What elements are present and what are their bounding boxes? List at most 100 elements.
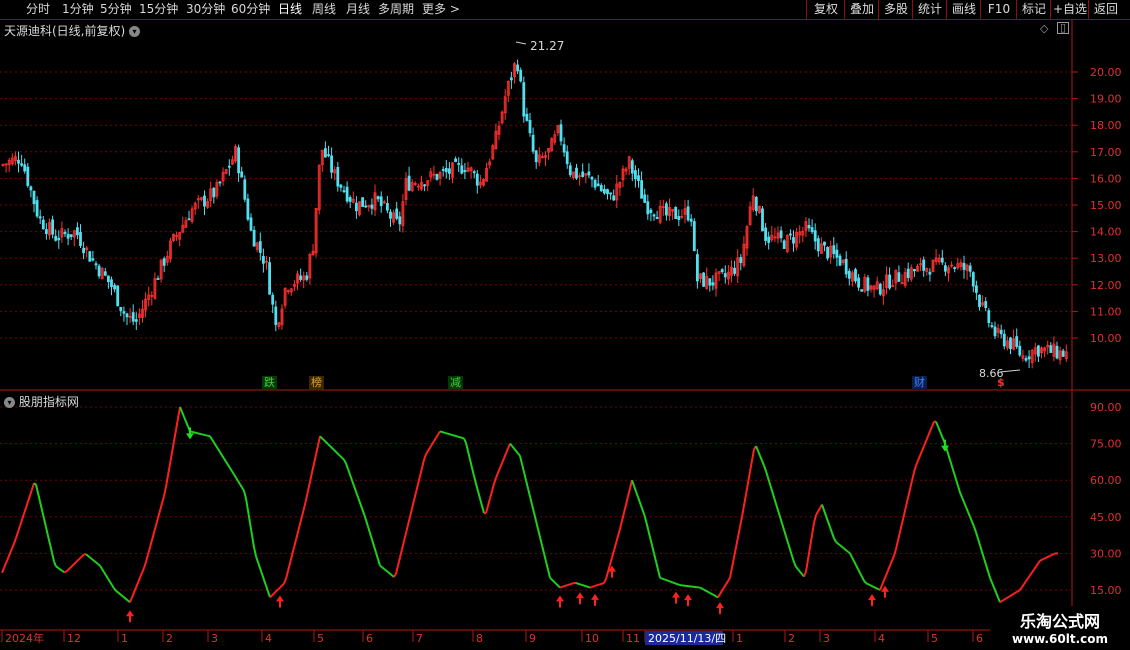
candle-body xyxy=(519,69,523,82)
stock-title[interactable]: 天源迪科(日线,前复权) ▾ xyxy=(4,22,141,39)
indicator-segment xyxy=(515,450,519,454)
chevron-down-icon[interactable]: ▾ xyxy=(4,397,15,408)
candle-body xyxy=(854,269,857,282)
indicator-title[interactable]: ▾ 股朋指标网 xyxy=(4,393,79,410)
candle-body xyxy=(643,194,647,203)
overlay-button[interactable]: 叠加 xyxy=(844,0,879,19)
indicator-segment xyxy=(565,584,569,587)
indicator-segment xyxy=(115,590,119,594)
high-marker: 21.27 xyxy=(515,39,564,53)
candle-body xyxy=(38,216,42,219)
tab-30min[interactable]: 30分钟 xyxy=(186,1,225,18)
tab-weekly[interactable]: 周线 xyxy=(312,1,336,18)
add-watchlist-button[interactable]: +自选 xyxy=(1050,0,1089,19)
indicator-segment xyxy=(131,592,135,598)
indicator-segment xyxy=(13,537,17,544)
indicator-segment xyxy=(781,523,785,531)
indicator-segment xyxy=(917,455,921,462)
adjust-button[interactable]: 复权 xyxy=(806,0,845,19)
tab-5min[interactable]: 5分钟 xyxy=(100,1,132,18)
watermark-line2: www.60lt.com xyxy=(1011,632,1109,646)
candle-body xyxy=(423,184,427,187)
indicator-segment xyxy=(45,526,49,536)
date-label: 11 xyxy=(626,632,640,645)
tab-intraday[interactable]: 分时 xyxy=(26,1,50,18)
tab-1min[interactable]: 1分钟 xyxy=(62,1,94,18)
indicator-segment xyxy=(219,451,223,456)
indicator-segment xyxy=(587,585,591,589)
event-tag-finance[interactable]: 财 xyxy=(912,376,927,390)
candle-body xyxy=(110,279,113,288)
indicator-segment xyxy=(269,594,273,599)
tab-multi-period[interactable]: 多周期 xyxy=(378,1,414,18)
candle-body xyxy=(82,247,85,254)
indicator-segment xyxy=(47,535,51,545)
indicator-segment xyxy=(325,441,329,445)
mark-button[interactable]: 标记 xyxy=(1016,0,1051,19)
tab-monthly[interactable]: 月线 xyxy=(346,1,370,18)
tab-more[interactable]: 更多 > xyxy=(422,1,460,18)
indicator-segment xyxy=(397,557,401,566)
indicator-segment xyxy=(401,540,405,550)
indicator-segment xyxy=(113,587,117,592)
event-tag-rank[interactable]: 榜 xyxy=(309,376,324,390)
indicator-segment xyxy=(1033,566,1037,571)
indicator-segment xyxy=(567,583,571,586)
event-tag-fall[interactable]: 跌 xyxy=(262,376,277,390)
indicator-segment xyxy=(925,435,929,442)
diamond-icon[interactable]: ◇ xyxy=(1040,22,1048,35)
candle-body xyxy=(370,204,374,209)
indicator-segment xyxy=(1037,560,1041,565)
indicator-segment xyxy=(173,429,177,442)
candle-body xyxy=(441,169,445,171)
indicator-segment xyxy=(663,578,667,581)
indicator-segment xyxy=(385,569,389,573)
indicator-segment xyxy=(289,555,293,564)
indicator-segment xyxy=(657,569,661,579)
indicator-segment xyxy=(841,546,845,550)
indicator-segment xyxy=(665,579,669,582)
indicator-segment xyxy=(339,455,343,459)
kline-chart[interactable]: 20.00 19.00 18.00 17.00 16.00 15.00 14.00 13.00… xyxy=(0,20,1130,650)
indicator-segment xyxy=(453,434,457,438)
indicator-segment xyxy=(479,498,483,507)
panel-toggle-icon[interactable]: ▯ xyxy=(1057,22,1069,34)
indicator-segment xyxy=(473,475,477,485)
draw-line-button[interactable]: 画线 xyxy=(946,0,981,19)
tab-60min[interactable]: 60分钟 xyxy=(231,1,270,18)
indicator-segment xyxy=(405,524,409,534)
candle-body xyxy=(23,164,27,172)
indicator-segment xyxy=(577,582,581,586)
indicator-segment xyxy=(27,495,31,502)
indicator-segment xyxy=(343,459,347,464)
event-tag-reduce[interactable]: 减 xyxy=(448,376,463,390)
indicator-segment xyxy=(711,593,715,597)
indicator-segment xyxy=(957,485,961,493)
indicator-segment xyxy=(301,508,305,517)
indicator-segment xyxy=(487,498,491,507)
back-button[interactable]: 返回 xyxy=(1088,0,1123,19)
indicator-segment xyxy=(427,447,431,452)
tab-15min[interactable]: 15分钟 xyxy=(139,1,178,18)
f10-button[interactable]: F10 xyxy=(980,0,1017,19)
multi-stock-button[interactable]: 多股 xyxy=(878,0,913,19)
date-label: 3 xyxy=(823,632,830,645)
chevron-down-icon[interactable]: ▾ xyxy=(129,26,141,37)
statistics-button[interactable]: 统计 xyxy=(912,0,947,19)
indicator-segment xyxy=(215,445,219,450)
indicator-segment xyxy=(985,564,989,572)
indicator-segment xyxy=(209,435,213,440)
candle-body xyxy=(720,269,724,273)
buy-arrow-icon xyxy=(716,602,724,615)
tab-daily[interactable]: 日线 xyxy=(278,1,302,18)
indicator-segment xyxy=(157,510,161,519)
candle-body xyxy=(634,170,637,180)
indicator-segment xyxy=(905,497,909,507)
indicator-segment xyxy=(973,526,977,533)
candle-body xyxy=(987,310,991,324)
indicator-segment xyxy=(1011,592,1015,596)
indicator-segment xyxy=(153,525,157,533)
indicator-segment xyxy=(217,448,221,453)
candle-body xyxy=(261,256,265,264)
event-tag-dollar[interactable]: $ xyxy=(995,376,1007,390)
